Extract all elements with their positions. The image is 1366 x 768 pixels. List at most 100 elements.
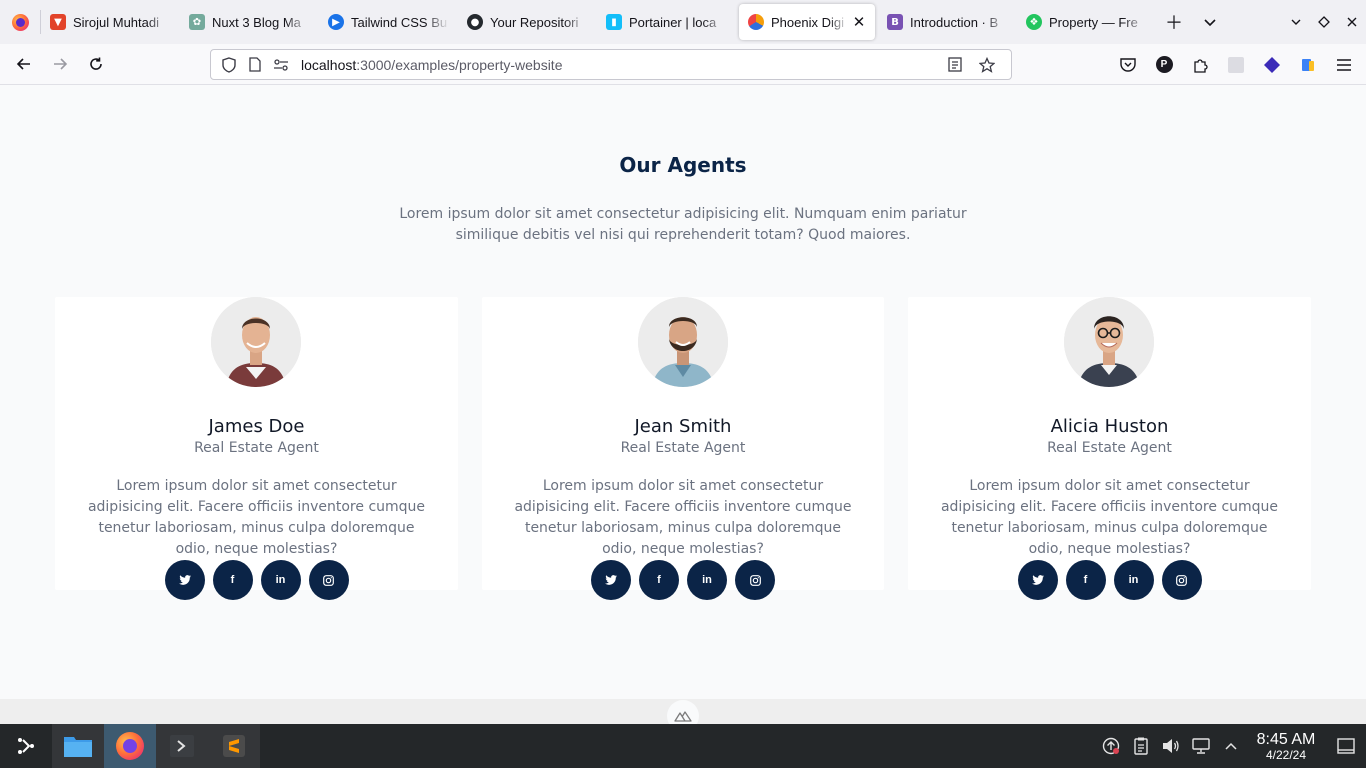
linkedin-link[interactable]: in (687, 560, 727, 600)
app-launcher-button[interactable] (0, 724, 52, 768)
agent-bio: Lorem ipsum dolor sit amet consectetur a… (87, 478, 426, 557)
tab-bootstrap[interactable]: B Introduction · B (878, 4, 1017, 40)
agent-bio: Lorem ipsum dolor sit amet consectetur a… (514, 478, 852, 557)
linkedin-icon: in (1128, 574, 1139, 586)
facebook-icon: f (230, 574, 235, 586)
taskbar-sublime[interactable] (208, 724, 260, 768)
reader-view-icon[interactable] (945, 55, 965, 75)
tailwind-icon: ▶ (328, 14, 344, 30)
tab-title: Tailwind CSS Bu (351, 14, 448, 30)
tab-chatgpt[interactable]: ✿ Nuxt 3 Blog Ma (180, 4, 319, 40)
linkedin-link[interactable]: in (1113, 560, 1154, 600)
tab-portainer[interactable]: ▮ Portainer | loca (597, 4, 736, 40)
property-icon: ❖ (1026, 14, 1042, 30)
app-menu-button[interactable] (1328, 49, 1360, 81)
facebook-icon: f (657, 574, 661, 586)
agent-role: Real Estate Agent (620, 440, 746, 456)
hamburger-menu-icon (1337, 58, 1351, 71)
tab-github[interactable]: ● Your Repositori (458, 4, 597, 40)
instagram-link[interactable] (1161, 560, 1202, 600)
phoenix-icon (748, 14, 764, 30)
plus-icon: ＋ (1165, 13, 1183, 34)
forward-button[interactable] (42, 48, 78, 80)
minimize-icon (1291, 19, 1301, 25)
facebook-link[interactable]: f (639, 560, 679, 600)
tab-list: ▼ Sirojul Muhtadi ✿ Nuxt 3 Blog Ma ▶ Tai… (41, 0, 1156, 44)
twitter-icon (605, 575, 617, 585)
page-icon[interactable] (245, 55, 265, 75)
instagram-link[interactable] (735, 560, 775, 600)
new-tab-button[interactable]: ＋ (1156, 4, 1192, 40)
extension-grid-button[interactable] (1220, 49, 1252, 81)
navigation-toolbar: localhost:3000/examples/property-website… (0, 44, 1366, 85)
twitter-link[interactable] (164, 560, 205, 600)
tab-tailwind[interactable]: ▶ Tailwind CSS Bu (319, 4, 458, 40)
volume-icon[interactable] (1156, 724, 1186, 768)
shield-icon[interactable] (219, 55, 239, 75)
agents-grid: James Doe Real Estate Agent Lorem ipsum … (55, 297, 1311, 600)
back-button[interactable] (6, 48, 42, 80)
page-content: Our Agents Lorem ipsum dolor sit amet co… (0, 85, 1366, 724)
extensions-button[interactable] (1184, 49, 1216, 81)
nuxt-icon (674, 711, 692, 722)
system-clock[interactable]: 8:45 AM 4/22/24 (1246, 731, 1326, 762)
tray-expand-chevron-up-icon[interactable] (1216, 724, 1246, 768)
firefox-icon (116, 732, 144, 760)
twitter-icon (178, 575, 191, 585)
agent-name: Jean Smith (634, 416, 732, 437)
close-window-button[interactable] (1338, 8, 1366, 36)
bookmark-star-icon[interactable] (977, 55, 997, 75)
minimize-button[interactable] (1282, 8, 1310, 36)
agent-name: Alicia Huston (1050, 416, 1169, 437)
tab-title: Nuxt 3 Blog Ma (212, 14, 301, 30)
tab-phoenix-active[interactable]: Phoenix Digi ✕ (739, 4, 875, 40)
tab-title: Your Repositori (490, 14, 579, 30)
tab-gitlab[interactable]: ▼ Sirojul Muhtadi (41, 4, 180, 40)
section-description: Lorem ipsum dolor sit amet consectetur a… (399, 206, 967, 243)
github-icon: ● (467, 14, 483, 30)
maximize-button[interactable] (1310, 8, 1338, 36)
taskbar-firefox[interactable] (104, 724, 156, 768)
instagram-icon (1176, 574, 1187, 586)
instagram-icon (749, 574, 761, 586)
clock-date: 4/22/24 (1265, 747, 1307, 762)
desktop-icon (1337, 738, 1355, 754)
launcher-icon (18, 738, 34, 754)
taskbar-terminal[interactable] (156, 724, 208, 768)
clock-time: 8:45 AM (1256, 730, 1316, 748)
clipboard-icon[interactable] (1126, 724, 1156, 768)
twitter-link[interactable] (591, 560, 631, 600)
list-all-tabs-button[interactable] (1192, 4, 1228, 40)
instagram-icon (323, 574, 334, 586)
tab-title: Phoenix Digi (771, 14, 844, 30)
back-arrow-icon (16, 58, 30, 70)
facebook-link[interactable]: f (212, 560, 253, 600)
agent-avatar (1064, 297, 1154, 387)
taskbar-file-manager[interactable] (52, 724, 104, 768)
reload-button[interactable] (78, 48, 114, 80)
window-controls (1282, 0, 1366, 44)
address-bar[interactable]: localhost:3000/examples/property-website (210, 49, 1012, 80)
close-icon (1347, 17, 1357, 27)
close-tab-icon[interactable]: ✕ (852, 13, 866, 31)
firefox-icon (11, 13, 29, 31)
agent-card: James Doe Real Estate Agent Lorem ipsum … (55, 297, 458, 600)
tab-property[interactable]: ❖ Property — Fre (1017, 4, 1156, 40)
url-text[interactable]: localhost:3000/examples/property-website (301, 57, 945, 73)
instagram-link[interactable] (308, 560, 349, 600)
twitter-icon (1031, 575, 1044, 585)
linkedin-link[interactable]: in (260, 560, 301, 600)
extension-diamond-button[interactable] (1256, 49, 1288, 81)
permissions-icon[interactable] (271, 55, 291, 75)
facebook-link[interactable]: f (1065, 560, 1106, 600)
pocket-button[interactable] (1112, 49, 1144, 81)
extension-device-button[interactable] (1292, 49, 1324, 81)
maximize-icon (1318, 16, 1330, 28)
firefox-menu-button[interactable] (0, 0, 40, 44)
show-desktop-button[interactable] (1326, 724, 1366, 768)
twitter-link[interactable] (1017, 560, 1058, 600)
url-host: localhost (301, 56, 357, 73)
network-icon[interactable] (1186, 724, 1216, 768)
extension-p-button[interactable]: P (1148, 49, 1180, 81)
updates-icon[interactable] (1096, 724, 1126, 768)
